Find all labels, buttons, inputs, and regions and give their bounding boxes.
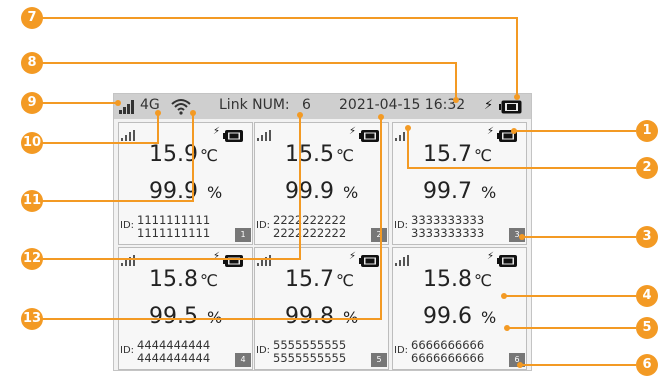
callout-2: 2 [636,157,658,179]
callout-7: 7 [21,7,43,29]
callout-5: 5 [636,317,658,339]
callout-13: 13 [21,308,43,330]
callout-8: 8 [21,52,43,74]
callout-11: 11 [21,190,43,212]
callout-leader-lines [33,17,636,368]
callout-1: 1 [636,120,658,142]
callout-4: 4 [636,285,658,307]
callout-12: 12 [21,248,43,270]
callout-10: 10 [21,132,43,154]
callout-6: 6 [636,354,658,376]
callout-3: 3 [636,226,658,248]
callout-9: 9 [21,92,43,114]
